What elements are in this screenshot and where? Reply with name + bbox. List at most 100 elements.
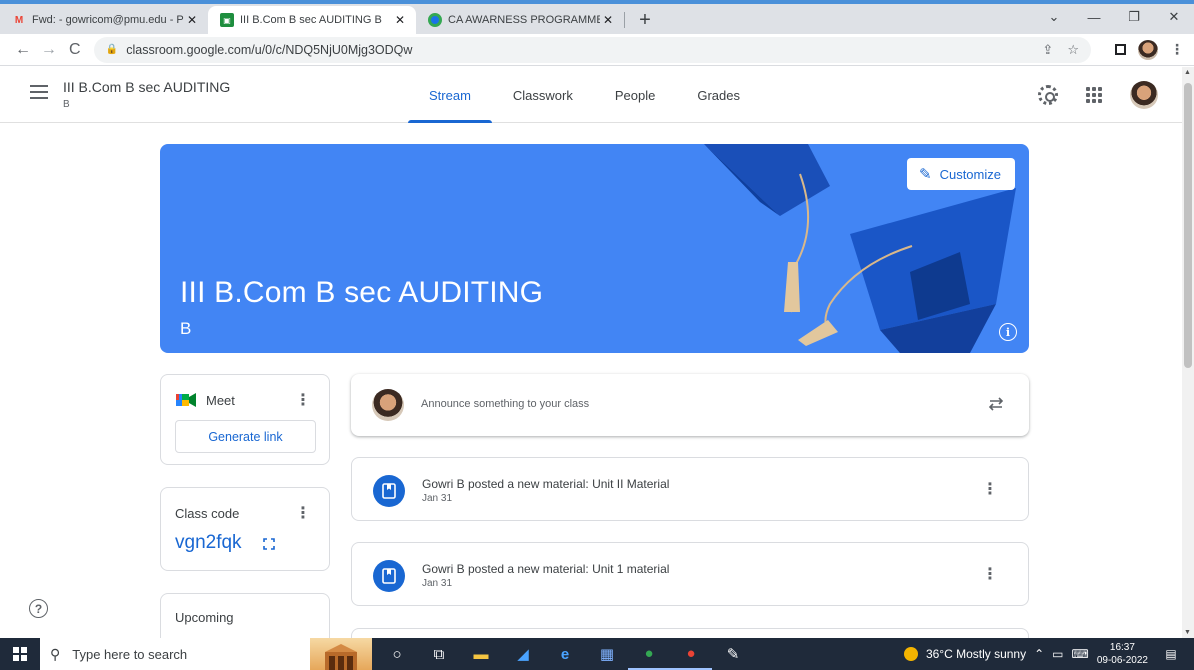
close-icon[interactable]: ✕ xyxy=(600,13,616,27)
customize-label: Customize xyxy=(939,166,1001,182)
post-title: Gowri B posted a new material: Unit 1 ma… xyxy=(422,562,670,576)
course-banner: III B.Com B sec AUDITING B ✎ Customize i xyxy=(160,144,1029,353)
meet-icon xyxy=(176,393,196,407)
tab-classwork[interactable]: Classwork xyxy=(492,67,594,123)
browser-tab-ca-programme[interactable]: CA AWARNESS PROGRAMME - P ✕ xyxy=(416,6,624,34)
paint-icon[interactable]: ✎ xyxy=(712,638,754,670)
word-icon[interactable]: ▦ xyxy=(586,638,628,670)
customize-button[interactable]: ✎ Customize xyxy=(907,158,1015,190)
taskbar-search[interactable]: ⚲ Type here to search xyxy=(40,638,310,670)
edge-icon[interactable]: e xyxy=(544,638,586,670)
search-highlight-image[interactable] xyxy=(310,638,372,670)
browser-menu-icon[interactable]: ⋮ xyxy=(1170,41,1184,58)
meet-card: Meet ⋮ Generate link xyxy=(160,374,330,465)
task-view-icon[interactable]: ⧉ xyxy=(418,638,460,670)
chevron-up-icon[interactable]: ⌃ xyxy=(1034,647,1044,661)
tab-title: III B.Com B sec AUDITING B xyxy=(240,14,382,26)
more-options-icon[interactable]: ⋮ xyxy=(982,567,998,583)
share-icon[interactable]: ⇪ xyxy=(1042,42,1053,58)
scroll-down-arrow[interactable]: ▼ xyxy=(1184,629,1191,636)
profile-avatar[interactable] xyxy=(1137,39,1158,60)
weather-text[interactable]: 36°C Mostly sunny xyxy=(926,647,1026,661)
account-avatar[interactable] xyxy=(1130,81,1158,109)
class-code-label: Class code xyxy=(175,506,240,521)
scrollbar-thumb[interactable] xyxy=(1184,83,1192,368)
reload-button[interactable]: C xyxy=(62,37,88,63)
window-accent xyxy=(0,0,1194,4)
more-options-icon[interactable]: ⋮ xyxy=(982,482,998,498)
class-code-card: Class code ⋮ vgn2fqk xyxy=(160,487,330,571)
info-icon[interactable]: i xyxy=(999,323,1017,341)
header-course-section: B xyxy=(63,99,70,110)
tab-title: Fwd: - gowricom@pmu.edu - Pe xyxy=(32,14,184,26)
forward-button[interactable]: → xyxy=(36,37,62,63)
tab-people[interactable]: People xyxy=(594,67,676,123)
back-button[interactable]: ← xyxy=(10,37,36,63)
close-icon[interactable]: ✕ xyxy=(184,13,200,27)
close-window-button[interactable]: ✕ xyxy=(1154,4,1194,30)
meet-label: Meet xyxy=(206,393,235,408)
help-icon[interactable]: ? xyxy=(29,599,48,618)
start-button[interactable] xyxy=(0,638,40,670)
class-code-value: vgn2fqk xyxy=(175,532,242,553)
store-icon[interactable]: ◢ xyxy=(502,638,544,670)
stream-post[interactable]: Gowri B posted a new material: Unit 1 ma… xyxy=(351,542,1029,606)
chrome-profile-taskbar-icon[interactable]: ● xyxy=(670,638,712,670)
repost-icon[interactable] xyxy=(987,395,1005,413)
upcoming-label: Upcoming xyxy=(175,610,234,625)
star-icon[interactable]: ☆ xyxy=(1067,42,1079,58)
material-icon xyxy=(373,475,405,507)
more-options-icon[interactable]: ⋮ xyxy=(295,393,311,409)
user-avatar xyxy=(372,389,404,421)
header-course-title[interactable]: III B.Com B sec AUDITING xyxy=(63,79,230,95)
chevron-down-icon[interactable]: ⌄ xyxy=(1034,4,1074,30)
address-bar[interactable]: 🔒 classroom.google.com/u/0/c/NDQ5NjU0Mjg… xyxy=(93,36,1091,63)
more-options-icon[interactable]: ⋮ xyxy=(295,506,311,522)
browser-tab-classroom[interactable]: ▣ III B.Com B sec AUDITING B ✕ xyxy=(208,6,416,34)
file-explorer-icon[interactable]: ▬ xyxy=(460,638,502,670)
system-tray: 36°C Mostly sunny ⌃ ▭ ⌨ 16:37 09-06-2022… xyxy=(903,638,1194,670)
clock-date: 09-06-2022 xyxy=(1096,655,1148,666)
notification-icon[interactable]: ▤ xyxy=(1156,647,1186,661)
restore-button[interactable]: ❐ xyxy=(1114,4,1154,30)
clock-time: 16:37 xyxy=(1109,642,1135,653)
clock[interactable]: 16:37 09-06-2022 xyxy=(1097,641,1148,667)
new-tab-button[interactable]: + xyxy=(631,6,659,34)
keyboard-icon[interactable]: ⌨ xyxy=(1072,647,1089,661)
gmail-icon: M xyxy=(14,14,24,26)
apps-grid-icon[interactable] xyxy=(1086,87,1102,103)
side-panel-icon[interactable] xyxy=(1114,44,1126,55)
cortana-icon[interactable]: ○ xyxy=(376,638,418,670)
minimize-button[interactable]: — xyxy=(1074,4,1114,30)
banner-course-section: B xyxy=(180,319,192,338)
fullscreen-icon[interactable] xyxy=(263,538,275,550)
generate-link-button[interactable]: Generate link xyxy=(175,420,316,453)
browser-tab-gmail[interactable]: M Fwd: - gowricom@pmu.edu - Pe ✕ xyxy=(0,6,208,34)
browser-toolbar: ← → C 🔒 classroom.google.com/u/0/c/NDQ5N… xyxy=(0,34,1194,66)
classroom-icon: ▣ xyxy=(220,13,234,27)
tab-grades[interactable]: Grades xyxy=(676,67,761,123)
gear-icon[interactable] xyxy=(1038,85,1058,105)
post-date: Jan 31 xyxy=(422,493,453,504)
window-controls: ⌄ — ❐ ✕ xyxy=(1034,4,1194,30)
chrome-icon xyxy=(428,13,442,27)
page-scrollbar[interactable]: ▲ ▼ xyxy=(1182,67,1194,638)
search-icon: ⚲ xyxy=(50,645,61,662)
windows-taskbar: ⚲ Type here to search ○ ⧉ ▬ ◢ e ▦ ● ● ✎ … xyxy=(0,638,1194,670)
announce-placeholder: Announce something to your class xyxy=(421,398,590,410)
header-actions xyxy=(1010,81,1158,109)
stream-post[interactable]: Gowri B posted a new material: Unit II M… xyxy=(351,457,1029,521)
announce-box[interactable]: Announce something to your class xyxy=(351,374,1029,436)
tab-stream[interactable]: Stream xyxy=(408,67,492,123)
browser-tab-strip: M Fwd: - gowricom@pmu.edu - Pe ✕ ▣ III B… xyxy=(0,0,1194,34)
weather-icon xyxy=(903,647,918,661)
network-icon[interactable]: ▭ xyxy=(1052,647,1063,661)
chrome-taskbar-icon[interactable]: ● xyxy=(628,638,670,670)
tab-separator xyxy=(624,12,625,28)
windows-icon xyxy=(13,647,27,661)
scroll-up-arrow[interactable]: ▲ xyxy=(1184,69,1191,76)
pencil-icon: ✎ xyxy=(919,166,932,183)
main-menu-icon[interactable] xyxy=(30,85,48,99)
taskbar-search-placeholder: Type here to search xyxy=(72,646,188,662)
close-icon[interactable]: ✕ xyxy=(392,13,408,27)
